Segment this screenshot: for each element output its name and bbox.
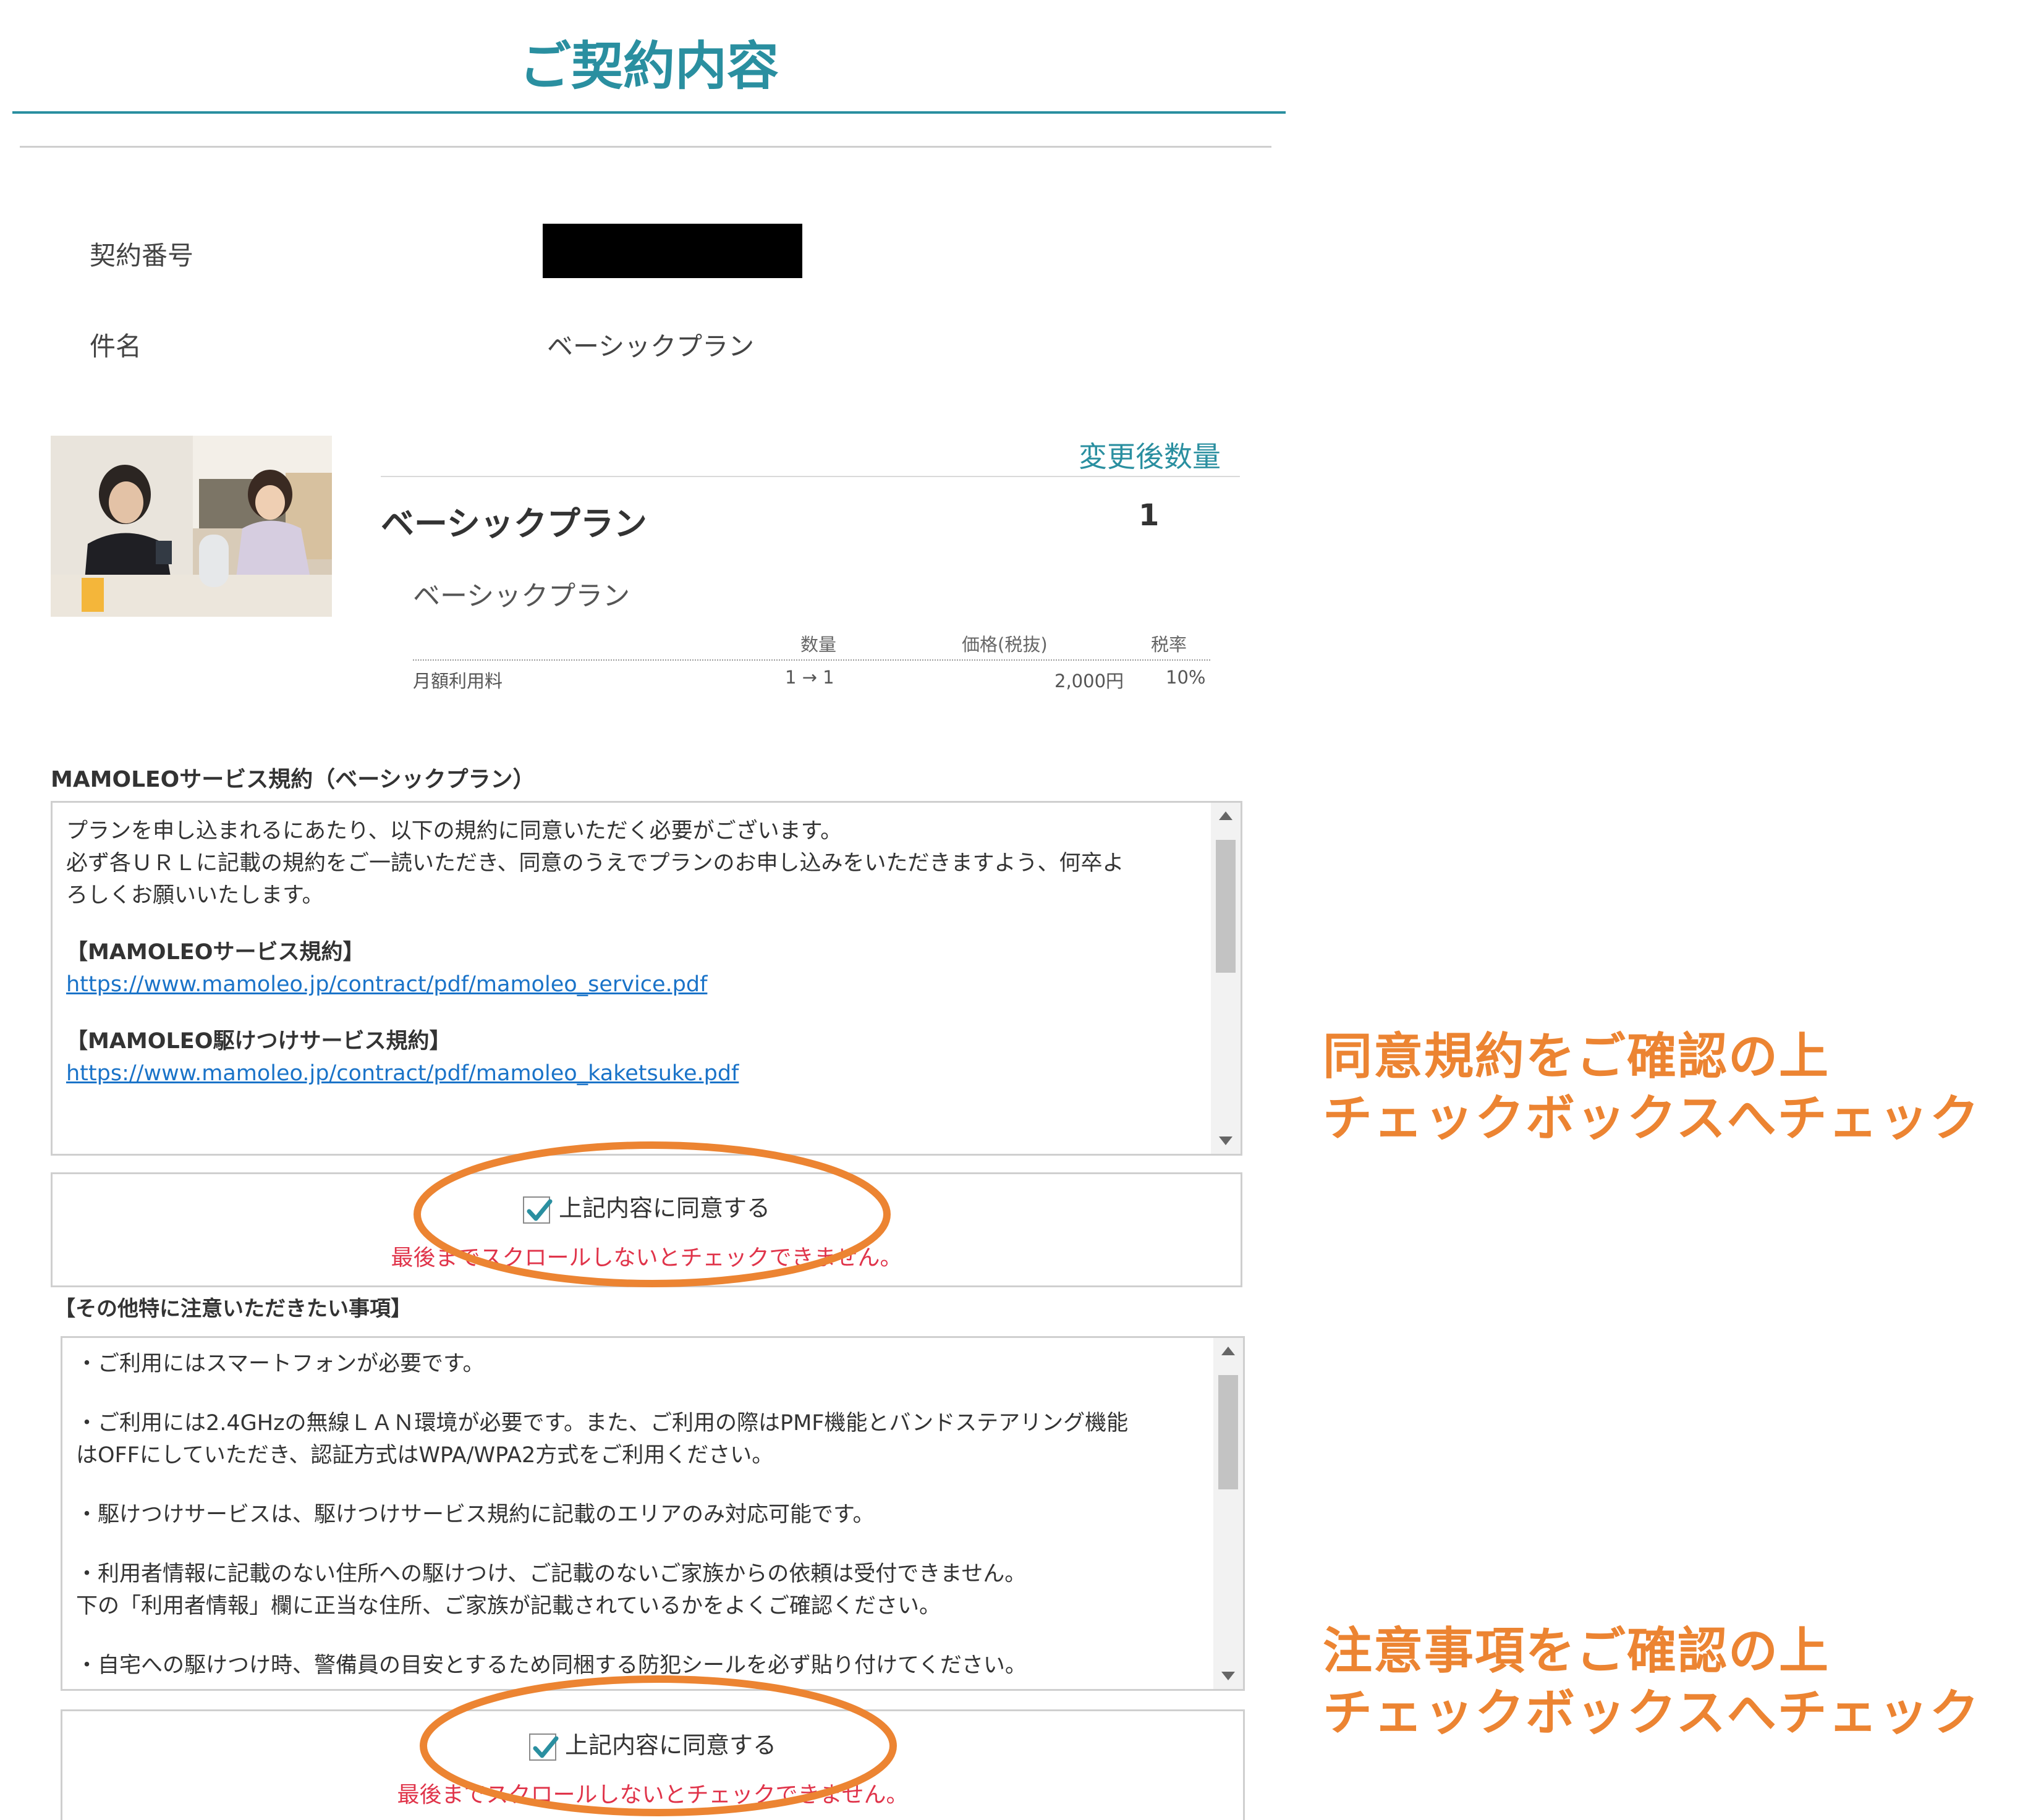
fee-header-tax: 税率 bbox=[1151, 634, 1187, 655]
notices-scrollbar-thumb[interactable] bbox=[1218, 1375, 1238, 1489]
page-title: ご契約内容 bbox=[519, 36, 779, 96]
kaketsuke-terms-link[interactable]: https://www.mamoleo.jp/contract/pdf/mamo… bbox=[66, 1057, 1203, 1090]
section-divider bbox=[20, 146, 1271, 148]
quantity-after-change-header: 変更後数量 bbox=[1079, 440, 1221, 473]
kaketsuke-terms-title: 【MAMOLEO駆けつけサービス規約】 bbox=[66, 1029, 451, 1054]
terms-scrollbar[interactable] bbox=[1211, 803, 1241, 1154]
fee-row-name: 月額利用料 bbox=[413, 671, 503, 692]
title-underline bbox=[12, 111, 1286, 114]
product-quantity: 1 bbox=[1139, 498, 1160, 533]
fee-row-qty: 1 → 1 bbox=[785, 667, 834, 688]
notices-content: ・ご利用にはスマートフォンが必要です。 ・ご利用には2.4GHzの無線ＬＡＮ環境… bbox=[76, 1348, 1206, 1682]
subject-label: 件名 bbox=[90, 331, 142, 362]
contract-number-redacted bbox=[543, 224, 802, 278]
product-image bbox=[51, 436, 332, 617]
fee-divider bbox=[413, 659, 1210, 661]
contract-number-label: 契約番号 bbox=[90, 240, 194, 271]
fee-row-price: 2,000円 bbox=[1054, 671, 1124, 692]
service-terms-link[interactable]: https://www.mamoleo.jp/contract/pdf/mamo… bbox=[66, 968, 1203, 1001]
notice-line-3: ・駆けつけサービスは、駆けつけサービス規約に記載のエリアのみ対応可能です。 bbox=[76, 1502, 875, 1527]
terms-highlight-ellipse bbox=[414, 1141, 891, 1287]
terms-intro-line-1: プランを申し込まれるにあたり、以下の規約に同意いただく必要がございます。 bbox=[66, 819, 842, 844]
terms-scrollbar-thumb[interactable] bbox=[1216, 840, 1236, 973]
terms-content: プランを申し込まれるにあたり、以下の規約に同意いただく必要がございます。 必ず各… bbox=[66, 815, 1203, 1090]
subject-value: ベーシックプラン bbox=[547, 331, 755, 362]
fee-header-qty: 数量 bbox=[800, 634, 837, 655]
terms-intro-line-2: 必ず各ＵＲＬに記載の規約をご一読いただき、同意のうえでプランのお申し込みをいただ… bbox=[66, 851, 1124, 876]
notice-line-1: ・ご利用にはスマートフォンが必要です。 bbox=[76, 1352, 485, 1376]
notice-line-4a: ・利用者情報に記載のない住所への駆けつけ、ご記載のないご家族からの依頼は受付でき… bbox=[76, 1562, 1027, 1586]
product-name: ベーシックプラン bbox=[381, 504, 647, 543]
fee-header-price: 価格(税抜) bbox=[962, 634, 1048, 655]
notice-line-2a: ・ご利用には2.4GHzの無線ＬＡＮ環境が必要です。また、ご利用の際はPMF機能… bbox=[76, 1411, 1129, 1436]
notices-highlight-ellipse bbox=[420, 1675, 897, 1816]
terms-intro-line-3: ろしくお願いいたします。 bbox=[66, 883, 324, 908]
notice-line-2b: はOFFにしていただき、認証方式はWPA/WPA2方式をご利用ください。 bbox=[76, 1443, 774, 1468]
notices-callout-line-1: 注意事項をご確認の上 bbox=[1323, 1622, 1830, 1680]
service-terms-title: 【MAMOLEOサービス規約】 bbox=[66, 940, 365, 965]
product-divider bbox=[381, 476, 1240, 477]
product-photo bbox=[51, 436, 332, 617]
scroll-down-arrow-icon[interactable] bbox=[1219, 1136, 1232, 1145]
notices-scroll-box[interactable]: ・ご利用にはスマートフォンが必要です。 ・ご利用には2.4GHzの無線ＬＡＮ環境… bbox=[61, 1336, 1245, 1691]
terms-heading: MAMOLEOサービス規約（ベーシックプラン） bbox=[51, 767, 535, 792]
terms-callout: 同意規約をご確認の上 チェックボックスへチェック bbox=[1323, 1026, 1980, 1149]
fee-row-tax: 10% bbox=[1166, 667, 1206, 688]
scroll-up-arrow-icon[interactable] bbox=[1219, 811, 1232, 820]
product-sub-name: ベーシックプラン bbox=[413, 580, 630, 612]
scroll-up-arrow-icon[interactable] bbox=[1221, 1347, 1235, 1355]
terms-callout-line-2: チェックボックスへチェック bbox=[1323, 1090, 1980, 1147]
scroll-down-arrow-icon[interactable] bbox=[1221, 1672, 1235, 1680]
notices-callout-line-2: チェックボックスへチェック bbox=[1323, 1684, 1980, 1742]
notices-heading: 【その他特に注意いただきたい事項】 bbox=[54, 1297, 412, 1321]
notice-line-4b: 下の「利用者情報」欄に正当な住所、ご家族が記載されているかをよくご確認ください。 bbox=[76, 1594, 941, 1619]
notices-scrollbar[interactable] bbox=[1213, 1338, 1243, 1689]
notices-callout: 注意事項をご確認の上 チェックボックスへチェック bbox=[1323, 1620, 1980, 1744]
terms-callout-line-1: 同意規約をご確認の上 bbox=[1323, 1028, 1830, 1085]
terms-scroll-box[interactable]: プランを申し込まれるにあたり、以下の規約に同意いただく必要がございます。 必ず各… bbox=[51, 801, 1242, 1156]
